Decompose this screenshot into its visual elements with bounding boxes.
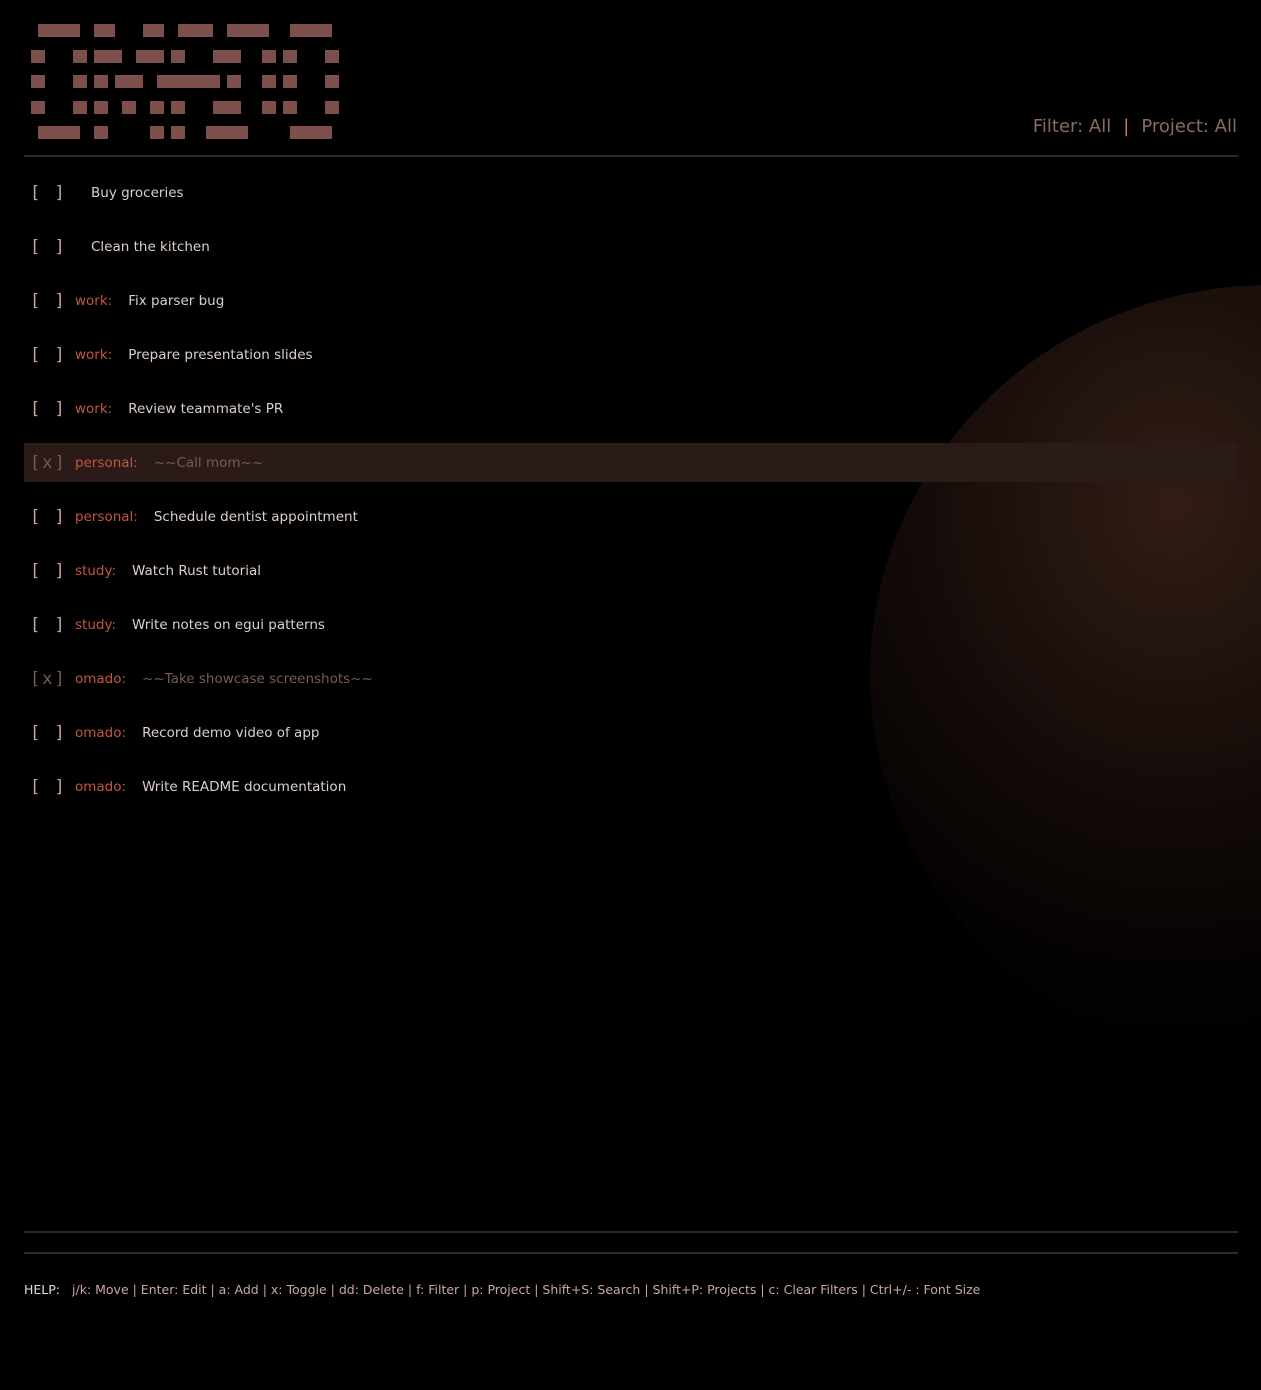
- help-label: HELP:: [24, 1282, 61, 1297]
- logo-pixel-block: [213, 101, 241, 114]
- logo-pixel-block: [325, 50, 339, 63]
- logo-pixel-block: [290, 24, 332, 37]
- logo-pixel-block: [290, 126, 332, 139]
- logo-pixel-block: [171, 75, 220, 88]
- logo-pixel-block: [150, 101, 164, 114]
- logo-pixel-block: [31, 75, 45, 88]
- logo-pixel-block: [38, 126, 80, 139]
- logo-pixel-block: [325, 75, 339, 88]
- task-title: ~~Take showcase screenshots~~: [142, 670, 373, 687]
- task-checkbox[interactable]: [ ]: [24, 399, 75, 419]
- app-window: Filter: All | Project: All [ ] Buy groceri…: [0, 0, 1261, 1390]
- task-row-selected[interactable]: [x] personal: ~~Call mom~~: [24, 443, 1237, 482]
- task-checkbox[interactable]: [ ]: [24, 777, 75, 797]
- task-row[interactable]: [ ] personal: Schedule dentist appointme…: [24, 497, 1237, 536]
- task-project-tag: personal:: [75, 508, 138, 525]
- task-row[interactable]: [ ] study: Write notes on egui patterns: [24, 605, 1237, 644]
- logo-pixel-block: [115, 75, 143, 88]
- logo-pixel-block: [150, 126, 164, 139]
- help-shortcuts: j/k: Move | Enter: Edit | a: Add | x: To…: [72, 1282, 981, 1297]
- task-title: Record demo video of app: [142, 724, 320, 741]
- task-checkbox[interactable]: [ ]: [24, 561, 75, 581]
- task-row[interactable]: [ ] omado: Record demo video of app: [24, 713, 1237, 752]
- task-checkbox-checked[interactable]: [x]: [24, 453, 75, 473]
- task-title: Review teammate's PR: [128, 400, 284, 417]
- logo-pixel-block: [178, 24, 213, 37]
- task-row[interactable]: [x] omado: ~~Take showcase screenshots~~: [24, 659, 1237, 698]
- logo-pixel-block: [283, 50, 297, 63]
- task-row[interactable]: [ ] work: Review teammate's PR: [24, 389, 1237, 428]
- logo-pixel-block: [213, 50, 241, 63]
- task-row[interactable]: [ ] Buy groceries: [24, 173, 1237, 212]
- logo-pixel-block: [31, 101, 45, 114]
- task-checkbox[interactable]: [ ]: [24, 507, 75, 527]
- task-checkbox[interactable]: [ ]: [24, 615, 75, 635]
- logo-pixel-block: [206, 126, 248, 139]
- task-title: Clean the kitchen: [91, 238, 210, 255]
- task-title: Buy groceries: [91, 184, 184, 201]
- logo-pixel-block: [283, 101, 297, 114]
- task-checkbox[interactable]: [ ]: [24, 237, 75, 257]
- task-row[interactable]: [ ] study: Watch Rust tutorial: [24, 551, 1237, 590]
- app-logo: [30, 23, 342, 141]
- task-project-tag: omado:: [75, 670, 127, 687]
- task-title: ~~Call mom~~: [153, 454, 264, 471]
- task-checkbox[interactable]: [ ]: [24, 183, 75, 203]
- logo-pixel-block: [94, 24, 115, 37]
- task-row[interactable]: [ ] Clean the kitchen: [24, 227, 1237, 266]
- task-project-tag: work:: [75, 400, 113, 417]
- logo-pixel-block: [73, 75, 87, 88]
- logo-pixel-block: [94, 75, 108, 88]
- logo-pixel-block: [31, 50, 45, 63]
- task-title: Fix parser bug: [128, 292, 225, 309]
- logo-pixel-block: [171, 50, 185, 63]
- logo-pixel-block: [227, 75, 241, 88]
- task-project-tag: personal:: [75, 454, 138, 471]
- logo-pixel-block: [157, 75, 171, 88]
- logo-pixel-block: [262, 50, 276, 63]
- header-divider: [24, 155, 1238, 157]
- task-checkbox-checked[interactable]: [x]: [24, 669, 75, 689]
- logo-pixel-block: [122, 101, 136, 114]
- project-indicator[interactable]: Project: All: [1141, 116, 1237, 137]
- logo-pixel-block: [171, 101, 185, 114]
- logo-pixel-block: [94, 126, 108, 139]
- task-checkbox[interactable]: [ ]: [24, 291, 75, 311]
- logo-pixel-block: [143, 24, 164, 37]
- logo-pixel-block: [171, 126, 185, 139]
- logo-pixel-block: [262, 75, 276, 88]
- task-row[interactable]: [ ] work: Fix parser bug: [24, 281, 1237, 320]
- task-title: Watch Rust tutorial: [132, 562, 262, 579]
- footer-divider-bottom: [24, 1252, 1238, 1254]
- task-project-tag: work:: [75, 292, 113, 309]
- task-row[interactable]: [ ] work: Prepare presentation slides: [24, 335, 1237, 374]
- task-title: Write README documentation: [142, 778, 347, 795]
- logo-pixel-block: [38, 24, 80, 37]
- task-checkbox[interactable]: [ ]: [24, 345, 75, 365]
- task-checkbox[interactable]: [ ]: [24, 723, 75, 743]
- logo-pixel-block: [227, 24, 269, 37]
- logo-pixel-block: [136, 50, 164, 63]
- logo-pixel-block: [262, 101, 276, 114]
- logo-pixel-block: [283, 75, 297, 88]
- footer-divider-top: [24, 1231, 1238, 1233]
- logo-pixel-block: [325, 101, 339, 114]
- task-title: Prepare presentation slides: [128, 346, 313, 363]
- task-title: Write notes on egui patterns: [132, 616, 325, 633]
- filter-indicator[interactable]: Filter: All: [1033, 116, 1111, 137]
- task-title: Schedule dentist appointment: [153, 508, 358, 525]
- filter-status: Filter: All | Project: All: [1033, 116, 1237, 137]
- task-project-tag: omado:: [75, 778, 127, 795]
- filter-separator: |: [1123, 116, 1130, 137]
- logo-pixel-block: [94, 50, 122, 63]
- task-project-tag: study:: [75, 562, 117, 579]
- logo-pixel-block: [94, 101, 108, 114]
- task-project-tag: omado:: [75, 724, 127, 741]
- logo-pixel-block: [73, 50, 87, 63]
- help-bar: HELP: j/k: Move | Enter: Edit | a: Add | …: [24, 1282, 980, 1297]
- task-row[interactable]: [ ] omado: Write README documentation: [24, 767, 1237, 806]
- task-project-tag: work:: [75, 346, 113, 363]
- logo-pixel-block: [73, 101, 87, 114]
- task-project-tag: study:: [75, 616, 117, 633]
